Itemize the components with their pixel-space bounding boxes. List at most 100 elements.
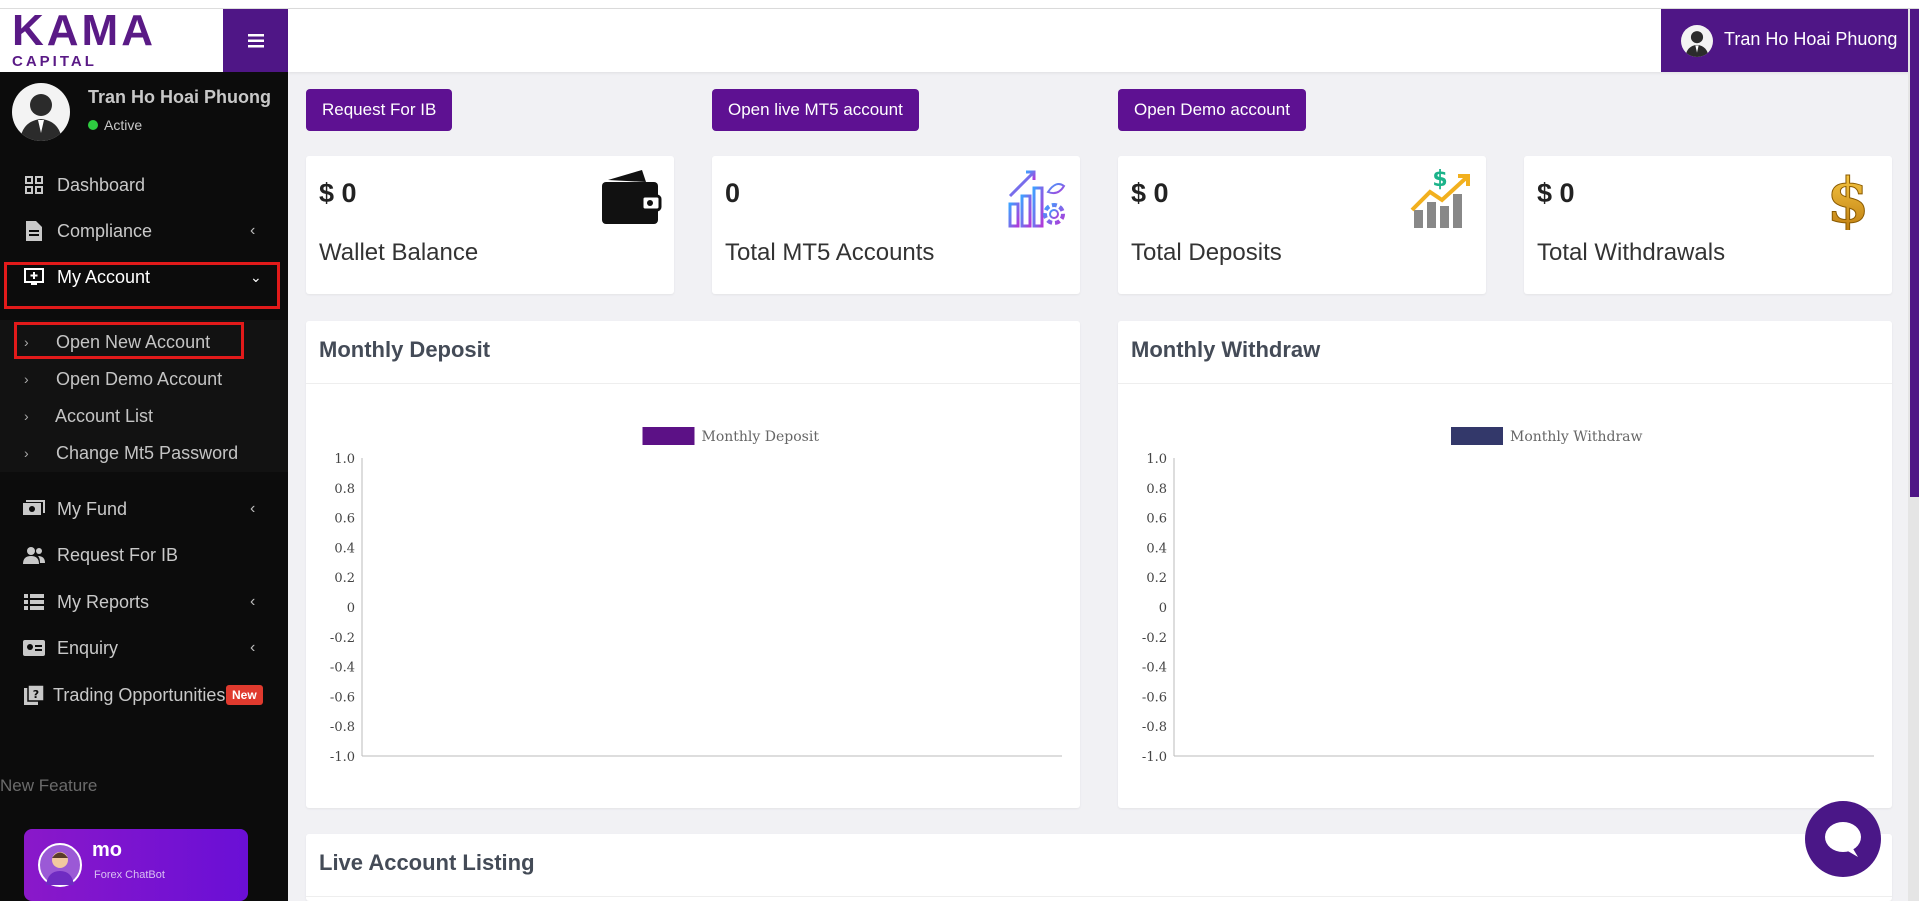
monthly-deposit-panel: Monthly Deposit Monthly Deposit 1.0 0.8 0.6… — [306, 321, 1080, 808]
submenu-item-label: Change Mt5 Password — [56, 442, 239, 463]
list-icon — [22, 590, 46, 614]
sidebar-item-label: Enquiry — [57, 637, 119, 658]
chevron-left-icon: ‹ — [250, 639, 256, 656]
header-user-name: Tran Ho Hoai Phuong — [1724, 29, 1898, 49]
scrollbar-thumb[interactable] — [1910, 9, 1919, 497]
sidebar-user-panel: Tran Ho Hoai Phuong Active — [0, 81, 288, 151]
y-tick-label: -0.4 — [330, 661, 355, 676]
request-for-ib-button[interactable]: Request For IB — [306, 89, 453, 131]
submenu-item-open-demo-account[interactable]: › Open Demo Account — [0, 361, 288, 397]
sidebar-item-label: My Reports — [57, 591, 150, 612]
sidebar-item-label: Dashboard — [57, 174, 146, 195]
stat-label: Total Deposits — [1131, 239, 1282, 266]
panel-title: Live Account Listing — [319, 850, 535, 875]
chatbot-subtitle: Forex ChatBot — [94, 869, 165, 881]
stat-value: $ 0 — [1131, 178, 1169, 208]
submenu-item-label: Account List — [55, 405, 154, 426]
submenu-item-change-mt5-password[interactable]: › Change Mt5 Password — [0, 435, 288, 471]
document-icon — [22, 219, 46, 243]
chatbot-avatar-icon — [38, 843, 82, 887]
legend-swatch — [1451, 427, 1503, 445]
y-tick-label: 0.8 — [334, 482, 355, 497]
y-tick-label: -0.4 — [1142, 661, 1167, 676]
status-text: Active — [104, 117, 143, 133]
monthly-withdraw-panel: Monthly Withdraw Monthly Withdraw 1.0 0.8 0… — [1118, 321, 1892, 808]
chevron-right-icon: › — [24, 371, 29, 387]
chevron-right-icon: › — [24, 408, 29, 424]
stat-label: Total Withdrawals — [1537, 239, 1726, 266]
chevron-left-icon: ‹ — [250, 222, 256, 239]
sidebar-item-my-reports[interactable]: My Reports ‹ — [0, 578, 288, 626]
new-badge: New — [226, 685, 263, 705]
y-tick-label: -1.0 — [1142, 750, 1167, 765]
header-user-menu[interactable]: Tran Ho Hoai Phuong — [1661, 9, 1919, 72]
sidebar-item-label: Compliance — [57, 220, 153, 241]
y-tick-label: -0.8 — [1142, 720, 1167, 735]
stat-card-total-mt5-accounts: 0 Total MT5 Accounts — [712, 156, 1080, 294]
stat-value: 0 — [725, 178, 741, 208]
y-tick-label: -0.2 — [330, 631, 355, 646]
sidebar-item-compliance[interactable]: Compliance ‹ — [0, 207, 288, 255]
clipboard-question-icon: ? — [22, 683, 46, 707]
brand-logo[interactable]: KAMA CAPITAL — [0, 9, 223, 72]
legend-label: Monthly Deposit — [702, 429, 820, 445]
id-card-icon — [22, 636, 46, 660]
sidebar-item-label: Request For IB — [57, 544, 179, 565]
sidebar-item-my-fund[interactable]: My Fund ‹ — [0, 485, 288, 533]
monthly-deposit-chart: Monthly Deposit 1.0 0.8 0.6 0.4 0.2 0 -0.2 -0.4 -… — [330, 427, 1062, 765]
panel-title: Monthly Deposit — [319, 337, 491, 362]
users-icon — [22, 543, 46, 567]
svg-text:$: $ — [1826, 166, 1869, 230]
y-tick-label: -0.8 — [330, 720, 355, 735]
y-tick-label: -0.6 — [330, 690, 355, 705]
panel-title: Monthly Withdraw — [1131, 337, 1321, 362]
money-icon — [22, 497, 46, 521]
y-tick-label: 0.6 — [334, 512, 355, 527]
y-tick-label: 0 — [1159, 601, 1167, 616]
y-tick-label: 0.6 — [1146, 512, 1167, 527]
browser-top-strip — [0, 0, 1919, 9]
chat-bubble-icon — [1825, 822, 1861, 857]
stat-label: Total MT5 Accounts — [725, 239, 935, 266]
sidebar-user-status: Active — [88, 117, 142, 133]
highlight-box-open-new-account — [14, 322, 244, 359]
online-dot-icon — [88, 120, 98, 130]
grid-icon — [22, 173, 46, 197]
new-feature-label: New Feature — [0, 776, 98, 795]
chevron-left-icon: ‹ — [250, 500, 256, 517]
sidebar-item-enquiry[interactable]: Enquiry ‹ — [0, 624, 288, 672]
y-tick-label: 1.0 — [1146, 452, 1167, 467]
divider — [306, 896, 1892, 897]
stat-label: Wallet Balance — [319, 239, 479, 266]
live-chat-button[interactable] — [1805, 801, 1881, 877]
highlight-box-my-account — [4, 262, 280, 309]
open-live-mt5-account-button[interactable]: Open live MT5 account — [712, 89, 919, 131]
svg-text:?: ? — [33, 688, 39, 701]
user-avatar-icon — [20, 94, 62, 141]
stat-card-total-withdrawals: $ 0 Total Withdrawals $ — [1524, 156, 1892, 294]
sidebar: KAMA CAPITAL Tran Ho Hoai Phuong Active … — [0, 9, 288, 901]
forex-chatbot-card[interactable]: mo Forex ChatBot — [24, 829, 248, 901]
hamburger-menu-button[interactable] — [223, 9, 288, 72]
header-avatar-icon — [1681, 25, 1713, 57]
sidebar-item-label: Trading Opportunities — [53, 684, 226, 705]
sidebar-item-request-for-ib[interactable]: Request For IB — [0, 531, 288, 579]
sidebar-item-label: My Fund — [57, 498, 128, 519]
hamburger-icon — [247, 33, 264, 47]
y-tick-label: 0 — [347, 601, 355, 616]
sidebar-item-dashboard[interactable]: Dashboard — [0, 161, 288, 209]
sidebar-user-name: Tran Ho Hoai Phuong — [88, 87, 271, 107]
y-tick-label: 0.2 — [1146, 571, 1167, 586]
y-tick-label: 0.4 — [334, 541, 355, 556]
live-account-listing-panel: Live Account Listing — [306, 834, 1892, 901]
chevron-right-icon: › — [24, 445, 29, 461]
gold-dollar-icon: $ — [1826, 166, 1870, 230]
sidebar-item-trading-opportunities[interactable]: ? Trading Opportunities New — [0, 671, 288, 719]
dollar-bar-chart-icon: $ — [1410, 167, 1470, 228]
open-demo-account-button[interactable]: Open Demo account — [1118, 89, 1306, 131]
stat-card-wallet-balance: $ 0 Wallet Balance — [306, 156, 674, 294]
y-tick-label: -0.6 — [1142, 690, 1167, 705]
submenu-item-account-list[interactable]: › Account List — [0, 398, 288, 434]
chevron-left-icon: ‹ — [250, 593, 256, 610]
svg-text:$: $ — [1432, 167, 1447, 192]
